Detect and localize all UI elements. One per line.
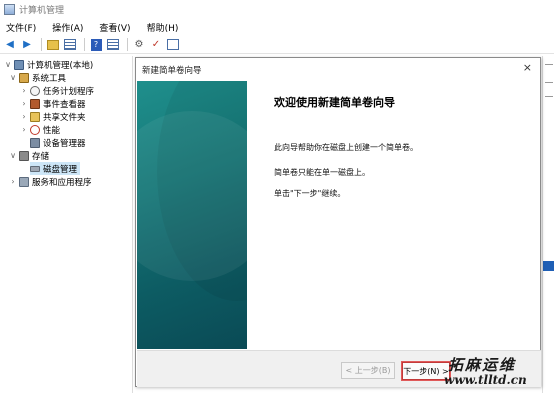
wizard-heading: 欢迎使用新建简单卷向导 — [274, 96, 395, 109]
wizard-side-panel — [137, 81, 247, 349]
toolbar: ◀ ▶ ? ⚙ ✓ — [0, 36, 554, 54]
chevron-right-icon[interactable]: › — [20, 99, 28, 108]
tree-item-label: 事件查看器 — [43, 99, 86, 110]
divider — [545, 64, 553, 65]
back-arrow-icon[interactable]: ◀ — [3, 38, 17, 52]
watermark-text: 拓麻运维 — [448, 356, 517, 374]
toolbar-separator — [127, 38, 128, 51]
decorative-shape — [137, 111, 247, 281]
wizard-text-2: 简单卷只能在单一磁盘上。 — [274, 168, 370, 177]
menu-view[interactable]: 查看(V) — [99, 21, 130, 34]
dialog-title: 新建简单卷向导 — [142, 66, 202, 76]
shared-folder-icon — [30, 111, 40, 122]
chevron-down-icon[interactable]: ∨ — [4, 60, 12, 69]
tree-item-label: 计算机管理(本地) — [27, 60, 94, 71]
tree-item-label: 设备管理器 — [43, 138, 86, 149]
performance-icon — [30, 124, 40, 135]
wizard-text-1: 此向导帮助你在磁盘上创建一个简单卷。 — [274, 143, 418, 152]
tree-item-label: 共享文件夹 — [43, 112, 86, 123]
tree-item-performance[interactable]: › 性能 — [20, 123, 60, 136]
help-icon[interactable]: ? — [89, 38, 103, 52]
wizard-text-3: 单击"下一步"继续。 — [274, 189, 346, 198]
tools-icon — [19, 72, 29, 83]
menu-help[interactable]: 帮助(H) — [147, 21, 179, 34]
divider — [545, 96, 553, 97]
tree-item-label: 磁盘管理 — [43, 164, 78, 175]
chevron-right-icon[interactable]: › — [20, 112, 28, 121]
forward-arrow-icon[interactable]: ▶ — [20, 38, 34, 52]
chevron-right-icon[interactable]: › — [9, 177, 17, 186]
tree-item-task-scheduler[interactable]: › 任务计划程序 — [20, 84, 94, 97]
chevron-down-icon[interactable]: ∨ — [9, 73, 17, 82]
storage-icon — [19, 150, 29, 161]
tree-item-root[interactable]: ∨ 计算机管理(本地) — [4, 58, 93, 71]
tree-item-system-tools[interactable]: ∨ 系统工具 — [9, 71, 66, 84]
computer-management-icon — [4, 4, 15, 15]
disk-icon — [30, 165, 40, 172]
divider — [545, 82, 553, 83]
disk-bar — [543, 261, 554, 271]
navigation-tree: ∨ 计算机管理(本地) ∨ 系统工具 › 任务计划程序 › 事件查看器 › 共享… — [0, 56, 133, 393]
toolbar-separator — [41, 38, 42, 51]
tree-item-event-viewer[interactable]: › 事件查看器 — [20, 97, 86, 110]
chevron-right-icon[interactable]: › — [20, 86, 28, 95]
title-bar: 计算机管理 — [0, 0, 554, 19]
up-folder-icon[interactable] — [46, 38, 60, 52]
previous-button[interactable]: < 上一步(B) — [341, 362, 395, 379]
tree-item-label: 系统工具 — [32, 73, 67, 84]
tree-item-label: 存储 — [32, 151, 50, 162]
menu-file[interactable]: 文件(F) — [6, 21, 36, 34]
toolbar-separator — [84, 38, 85, 51]
window-title: 计算机管理 — [19, 6, 65, 16]
tree-item-shared-folders[interactable]: › 共享文件夹 — [20, 110, 86, 123]
device-manager-icon — [30, 137, 40, 148]
computer-icon — [14, 59, 24, 70]
properties-icon[interactable]: ⚙ — [132, 38, 146, 52]
watermark-url: www.tlltd.cn — [444, 373, 527, 387]
new-simple-volume-wizard: 新建简单卷向导 × 欢迎使用新建简单卷向导 此向导帮助你在磁盘上创建一个简单卷。… — [135, 57, 541, 387]
menu-bar: 文件(F) 操作(A) 查看(V) 帮助(H) — [0, 19, 554, 36]
tree-item-label: 性能 — [43, 125, 61, 136]
services-icon — [19, 176, 29, 187]
event-viewer-icon — [30, 98, 40, 109]
chevron-right-icon[interactable]: › — [20, 125, 28, 134]
close-icon[interactable]: × — [523, 61, 532, 74]
clock-icon — [30, 85, 40, 96]
tree-item-label: 任务计划程序 — [43, 86, 95, 97]
check-icon[interactable]: ✓ — [149, 38, 163, 52]
chevron-down-icon[interactable]: ∨ — [9, 151, 17, 160]
list-view-icon[interactable] — [106, 38, 120, 52]
show-hide-tree-icon[interactable] — [63, 38, 77, 52]
tree-item-storage[interactable]: ∨ 存储 — [9, 149, 49, 162]
watermark: 拓麻运维 www.tlltd.cn — [410, 350, 554, 393]
tree-item-services-apps[interactable]: › 服务和应用程序 — [9, 175, 92, 188]
tree-item-device-manager[interactable]: 设备管理器 — [30, 136, 86, 149]
right-pane-edge — [542, 56, 554, 393]
tree-item-label: 服务和应用程序 — [32, 177, 92, 188]
window-icon[interactable] — [166, 38, 180, 52]
tree-item-disk-management[interactable]: 磁盘管理 — [30, 162, 81, 175]
menu-action[interactable]: 操作(A) — [52, 21, 83, 34]
